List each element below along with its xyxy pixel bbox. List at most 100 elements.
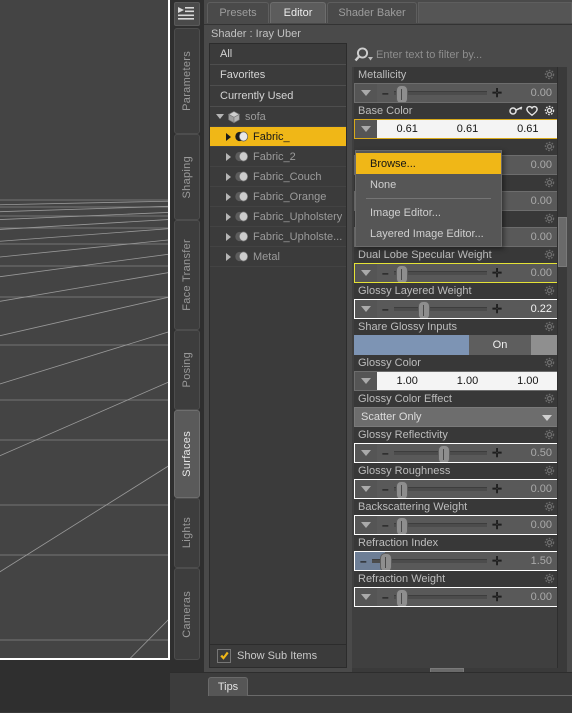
increment-icon[interactable]: ✛ xyxy=(492,87,502,99)
vertical-tab-lights[interactable]: Lights xyxy=(174,498,200,568)
show-sub-items-checkbox[interactable] xyxy=(217,649,231,663)
color-channel-g[interactable]: 0.61 xyxy=(437,123,497,135)
scrollbar-thumb[interactable] xyxy=(558,217,567,267)
gear-icon[interactable] xyxy=(544,501,555,515)
slider-knob[interactable] xyxy=(395,481,408,498)
slider-track[interactable] xyxy=(371,553,487,570)
increment-icon[interactable]: ✛ xyxy=(492,447,502,459)
property-value[interactable]: 0.00 xyxy=(508,228,558,246)
gear-icon[interactable] xyxy=(544,69,555,83)
panel-menu-icon[interactable] xyxy=(174,2,200,26)
vertical-tab-surfaces[interactable]: Surfaces xyxy=(174,410,200,498)
gear-icon[interactable] xyxy=(544,537,555,551)
gear-icon[interactable] xyxy=(544,357,555,371)
menu-item-layered-image-editor[interactable]: Layered Image Editor... xyxy=(356,223,501,244)
chevron-right-icon[interactable] xyxy=(226,152,231,161)
slider-track[interactable] xyxy=(393,445,487,462)
menu-item-none[interactable]: None xyxy=(356,174,501,195)
filter-input[interactable] xyxy=(376,46,567,64)
property-value[interactable]: 0.50 xyxy=(508,444,558,462)
property-dropdown-button[interactable] xyxy=(355,84,377,102)
slider[interactable]: – ✛ xyxy=(355,552,508,570)
gear-icon[interactable] xyxy=(544,105,555,119)
property-dropdown-button[interactable] xyxy=(355,588,377,606)
property-value[interactable]: 0.00 xyxy=(508,84,558,102)
gear-icon[interactable] xyxy=(544,285,555,299)
tree-item-fabric[interactable]: Fabric_ xyxy=(210,127,346,147)
gear-icon[interactable] xyxy=(544,213,555,227)
slider[interactable]: – ✛ xyxy=(377,300,508,318)
slider-track[interactable] xyxy=(393,517,487,534)
tree-item-fabric-upholstery[interactable]: Fabric_Upholstery xyxy=(210,207,346,227)
chevron-right-icon[interactable] xyxy=(226,132,231,141)
slider-knob[interactable] xyxy=(395,589,408,606)
property-dropdown-button[interactable] xyxy=(355,300,377,318)
category-item-currently-used[interactable]: Currently Used xyxy=(210,86,346,107)
property-dropdown-button[interactable] xyxy=(355,372,377,390)
chevron-right-icon[interactable] xyxy=(226,232,231,241)
gear-icon[interactable] xyxy=(544,573,555,587)
property-value[interactable]: 0.00 xyxy=(508,480,558,498)
color-channel-r[interactable]: 1.00 xyxy=(377,375,437,387)
decrement-icon[interactable]: – xyxy=(382,267,389,279)
slider-knob[interactable] xyxy=(395,85,408,102)
tab-shader-baker[interactable]: Shader Baker xyxy=(327,2,417,23)
chevron-right-icon[interactable] xyxy=(226,192,231,201)
chevron-right-icon[interactable] xyxy=(226,212,231,221)
increment-icon[interactable]: ✛ xyxy=(492,303,502,315)
tab-editor[interactable]: Editor xyxy=(270,2,326,23)
gear-icon[interactable] xyxy=(544,141,555,155)
slider[interactable]: – ✛ xyxy=(377,588,508,606)
decrement-icon[interactable]: – xyxy=(382,591,389,603)
slider-knob[interactable] xyxy=(417,301,430,318)
property-dropdown-button[interactable] xyxy=(355,480,377,498)
vertical-tab-shaping[interactable]: Shaping xyxy=(174,134,200,220)
heart-icon[interactable] xyxy=(525,104,539,120)
vertical-tab-parameters[interactable]: Parameters xyxy=(174,28,200,134)
decrement-icon[interactable]: – xyxy=(382,447,389,459)
slider-track[interactable] xyxy=(393,85,487,102)
decrement-icon[interactable]: – xyxy=(382,87,389,99)
tab-tips[interactable]: Tips xyxy=(208,677,248,696)
search-icon[interactable] xyxy=(352,43,376,67)
increment-icon[interactable]: ✛ xyxy=(492,483,502,495)
property-value[interactable]: 0.00 xyxy=(508,264,558,282)
increment-icon[interactable]: ✛ xyxy=(492,555,502,567)
vertical-tab-cameras[interactable]: Cameras xyxy=(174,568,200,660)
slider-track[interactable] xyxy=(393,301,487,318)
tree-item-fabric-2[interactable]: Fabric_2 xyxy=(210,147,346,167)
decrement-icon[interactable]: – xyxy=(360,555,367,567)
slider-track[interactable] xyxy=(393,481,487,498)
show-sub-items-row[interactable]: Show Sub Items xyxy=(209,644,347,668)
color-channel-g[interactable]: 1.00 xyxy=(437,375,497,387)
property-value[interactable]: 0.00 xyxy=(508,588,558,606)
key-icon[interactable] xyxy=(509,104,523,120)
toggle-state-label[interactable]: On xyxy=(469,335,531,355)
property-value[interactable]: 0.00 xyxy=(508,516,558,534)
property-dropdown-button[interactable] xyxy=(355,444,377,462)
gear-icon[interactable] xyxy=(544,465,555,479)
increment-icon[interactable]: ✛ xyxy=(492,591,502,603)
tree-item-metal[interactable]: Metal xyxy=(210,247,346,267)
vertical-tab-face-transfer[interactable]: Face Transfer xyxy=(174,220,200,330)
chevron-right-icon[interactable] xyxy=(226,252,231,261)
property-dropdown-button[interactable] xyxy=(355,516,377,534)
color-value-row[interactable]: 0.61 0.61 0.61 xyxy=(377,120,558,138)
toggle-switch[interactable]: On xyxy=(354,335,559,355)
category-item-all[interactable]: All xyxy=(210,44,346,65)
slider[interactable]: – ✛ xyxy=(377,480,508,498)
property-value[interactable]: 0.00 xyxy=(508,156,558,174)
slider-track[interactable] xyxy=(393,265,487,282)
property-dropdown-button[interactable] xyxy=(355,264,377,282)
property-value[interactable]: 1.50 xyxy=(508,552,558,570)
decrement-icon[interactable]: – xyxy=(382,483,389,495)
vertical-tab-posing[interactable]: Posing xyxy=(174,330,200,410)
tree-item-fabric-orange[interactable]: Fabric_Orange xyxy=(210,187,346,207)
decrement-icon[interactable]: – xyxy=(382,303,389,315)
slider-knob[interactable] xyxy=(395,517,408,534)
slider-knob[interactable] xyxy=(438,445,451,462)
tree-item-fabric-upholste-truncated[interactable]: Fabric_Upholste... xyxy=(210,227,346,247)
tree-item-fabric-couch[interactable]: Fabric_Couch xyxy=(210,167,346,187)
increment-icon[interactable]: ✛ xyxy=(492,519,502,531)
slider-knob[interactable] xyxy=(395,265,408,282)
